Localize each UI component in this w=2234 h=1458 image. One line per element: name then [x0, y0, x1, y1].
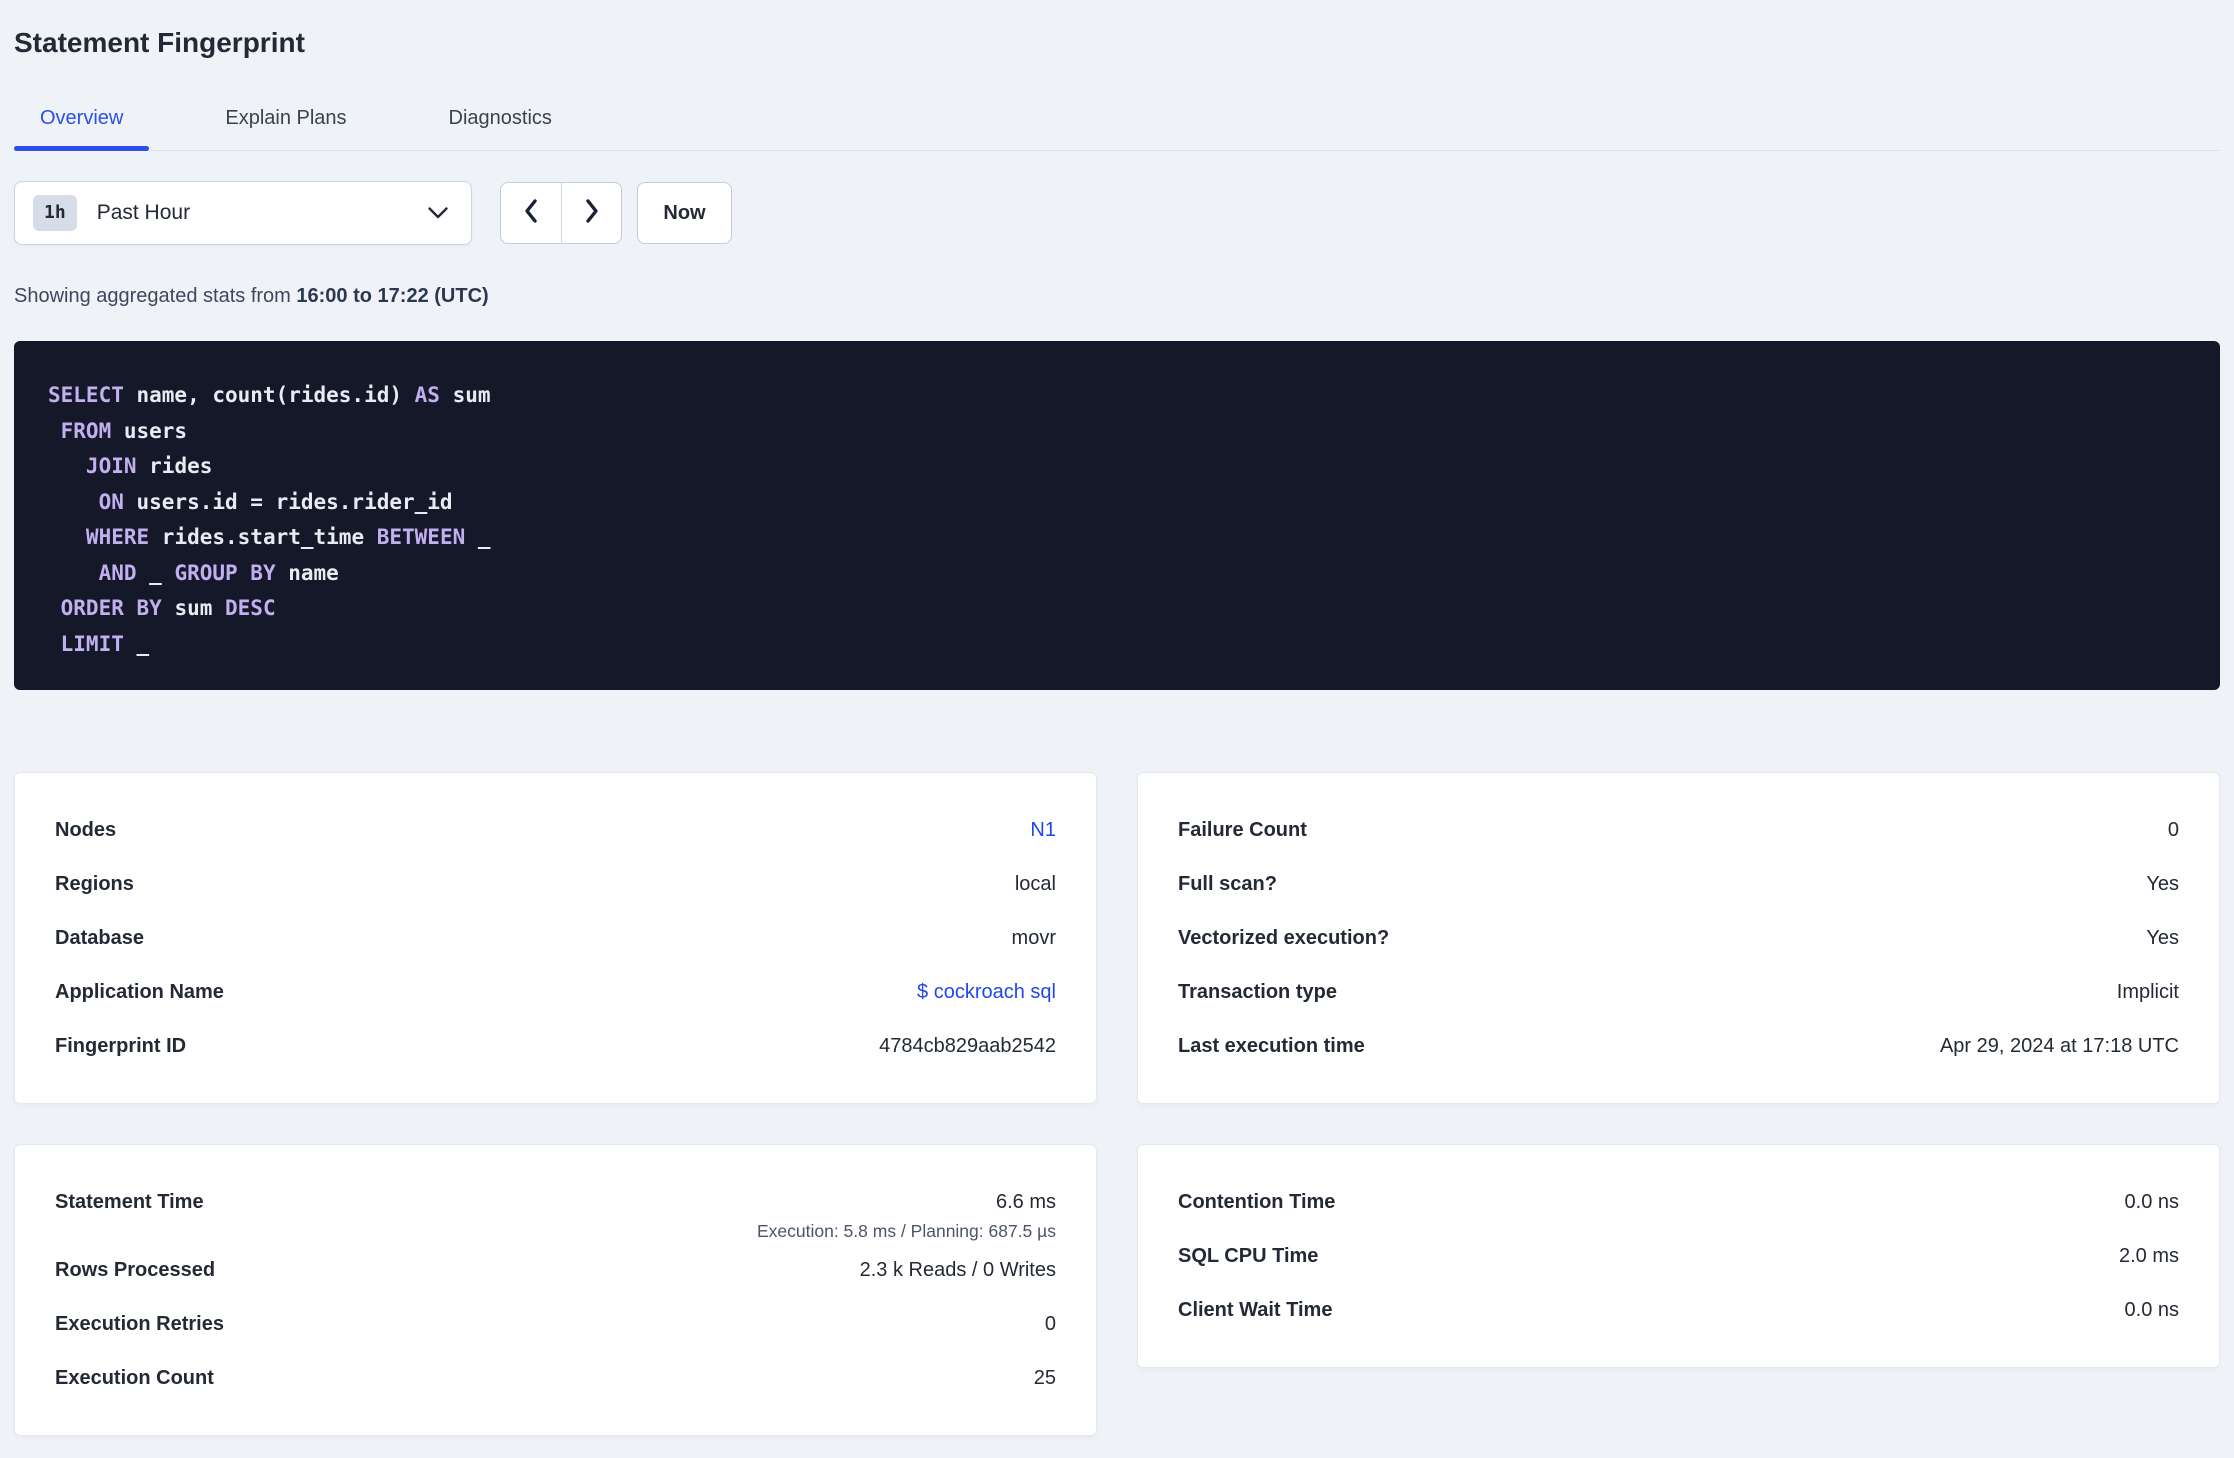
application-name-link[interactable]: $ cockroach sql	[917, 981, 1056, 1004]
detail-row-contention-time: Contention Time 0.0 ns	[1178, 1175, 2179, 1229]
now-button[interactable]: Now	[637, 182, 732, 244]
chevron-right-icon	[582, 196, 602, 231]
detail-row-full-scan: Full scan? Yes	[1178, 857, 2179, 911]
detail-row-execution-retries: Execution Retries 0	[55, 1297, 1056, 1351]
detail-row-vectorized-execution: Vectorized execution? Yes	[1178, 911, 2179, 965]
row-value: 0	[1044, 1312, 1056, 1335]
row-label: Client Wait Time	[1178, 1298, 1333, 1321]
stats-line-prefix: Showing aggregated stats from	[14, 285, 297, 307]
row-label: Execution Retries	[55, 1312, 224, 1335]
statement-details-card: Nodes N1 Regions local Database movr App…	[14, 772, 1097, 1104]
detail-row-execution-count: Execution Count 25	[55, 1351, 1056, 1405]
execution-attributes-card: Failure Count 0 Full scan? Yes Vectorize…	[1137, 772, 2220, 1104]
page-title: Statement Fingerprint	[14, 27, 305, 58]
time-picker-row: 1h Past Hour Now	[14, 181, 2220, 245]
details-cards-grid: Nodes N1 Regions local Database movr App…	[14, 772, 2220, 1436]
interval-badge: 1h	[33, 195, 77, 231]
row-value: 0.0 ns	[2124, 1190, 2179, 1213]
row-value: Implicit	[2116, 980, 2179, 1003]
row-label: Regions	[55, 872, 134, 895]
detail-row-rows-processed: Rows Processed 2.3 k Reads / 0 Writes	[55, 1243, 1056, 1297]
tab-explain-plans[interactable]: Explain Plans	[199, 106, 372, 150]
row-value: local	[1014, 872, 1056, 895]
detail-row-regions: Regions local	[55, 857, 1056, 911]
time-interval-label: Past Hour	[96, 201, 191, 224]
time-interval-dropdown[interactable]: 1h Past Hour	[14, 181, 472, 245]
detail-row-nodes: Nodes N1	[55, 803, 1056, 857]
row-label: SQL CPU Time	[1178, 1244, 1319, 1267]
row-label: Fingerprint ID	[55, 1034, 187, 1057]
sql-line: ORDER BY sum DESC	[48, 596, 276, 620]
row-label: Failure Count	[1178, 818, 1307, 841]
row-value: 0.0 ns	[2124, 1298, 2179, 1321]
row-label: Transaction type	[1178, 980, 1337, 1003]
row-value: movr	[1011, 926, 1056, 949]
stats-line-range: 16:00 to 17:22 (UTC)	[296, 285, 489, 307]
nodes-link[interactable]: N1	[1030, 819, 1056, 842]
row-value: 2.3 k Reads / 0 Writes	[859, 1258, 1056, 1281]
row-value: Yes	[2146, 872, 2179, 895]
row-value: 25	[1033, 1366, 1056, 1389]
tab-overview[interactable]: Overview	[14, 106, 150, 151]
sql-line: FROM users	[48, 418, 188, 443]
row-label: Contention Time	[1178, 1190, 1336, 1213]
time-nav-group	[500, 182, 622, 244]
detail-row-client-wait-time: Client Wait Time 0.0 ns	[1178, 1283, 2179, 1337]
detail-row-application-name: Application Name $ cockroach sql	[55, 965, 1056, 1019]
statement-fingerprint-page: Statement Fingerprint Overview Explain P…	[0, 0, 2234, 1452]
wait-times-card: Contention Time 0.0 ns SQL CPU Time 2.0 …	[1137, 1144, 2220, 1368]
row-label: Last execution time	[1178, 1034, 1365, 1057]
tab-bar: Overview Explain Plans Diagnostics	[14, 106, 2220, 151]
row-label: Statement Time	[55, 1190, 204, 1213]
aggregated-stats-line: Showing aggregated stats from 16:00 to 1…	[14, 283, 2220, 309]
sql-line: JOIN rides	[48, 454, 213, 478]
row-label: Execution Count	[55, 1366, 214, 1389]
detail-row-database: Database movr	[55, 911, 1056, 965]
sql-line: ON users.id = rides.rider_id	[48, 489, 453, 514]
chevron-down-icon	[427, 206, 449, 220]
row-value: 0	[2167, 818, 2179, 841]
sql-line: LIMIT _	[48, 631, 150, 656]
row-value: Yes	[2146, 926, 2179, 949]
row-label: Full scan?	[1178, 872, 1277, 895]
row-label: Database	[55, 926, 144, 949]
row-label: Application Name	[55, 980, 224, 1003]
detail-row-failure-count: Failure Count 0	[1178, 803, 2179, 857]
sql-line: SELECT name, count(rides.id) AS sum	[48, 383, 491, 407]
sql-line: AND _ GROUP BY name	[48, 560, 339, 585]
row-value: 2.0 ms	[2118, 1244, 2179, 1267]
row-value: 4784cb829aab2542	[879, 1034, 1056, 1057]
row-value: 6.6 ms	[995, 1190, 1056, 1213]
row-label: Rows Processed	[55, 1258, 216, 1281]
row-value: Apr 29, 2024 at 17:18 UTC	[1939, 1034, 2179, 1057]
sql-line: WHERE rides.start_time BETWEEN _	[48, 525, 491, 549]
statement-times-card: Statement Time 6.6 ms Execution: 5.8 ms …	[14, 1144, 1097, 1436]
previous-interval-button[interactable]	[500, 182, 561, 244]
tab-diagnostics[interactable]: Diagnostics	[423, 106, 578, 150]
statement-time-breakdown: Execution: 5.8 ms / Planning: 687.5 µs	[756, 1220, 1056, 1241]
detail-row-sql-cpu-time: SQL CPU Time 2.0 ms	[1178, 1229, 2179, 1283]
chevron-left-icon	[521, 196, 541, 231]
detail-row-transaction-type: Transaction type Implicit	[1178, 965, 2179, 1019]
next-interval-button[interactable]	[561, 182, 622, 244]
detail-row-fingerprint-id: Fingerprint ID 4784cb829aab2542	[55, 1019, 1056, 1073]
detail-row-last-execution-time: Last execution time Apr 29, 2024 at 17:1…	[1178, 1019, 2179, 1073]
sql-statement-box: SELECT name, count(rides.id) AS sum FROM…	[14, 341, 2220, 690]
row-label: Vectorized execution?	[1178, 926, 1390, 949]
row-label: Nodes	[55, 818, 117, 841]
